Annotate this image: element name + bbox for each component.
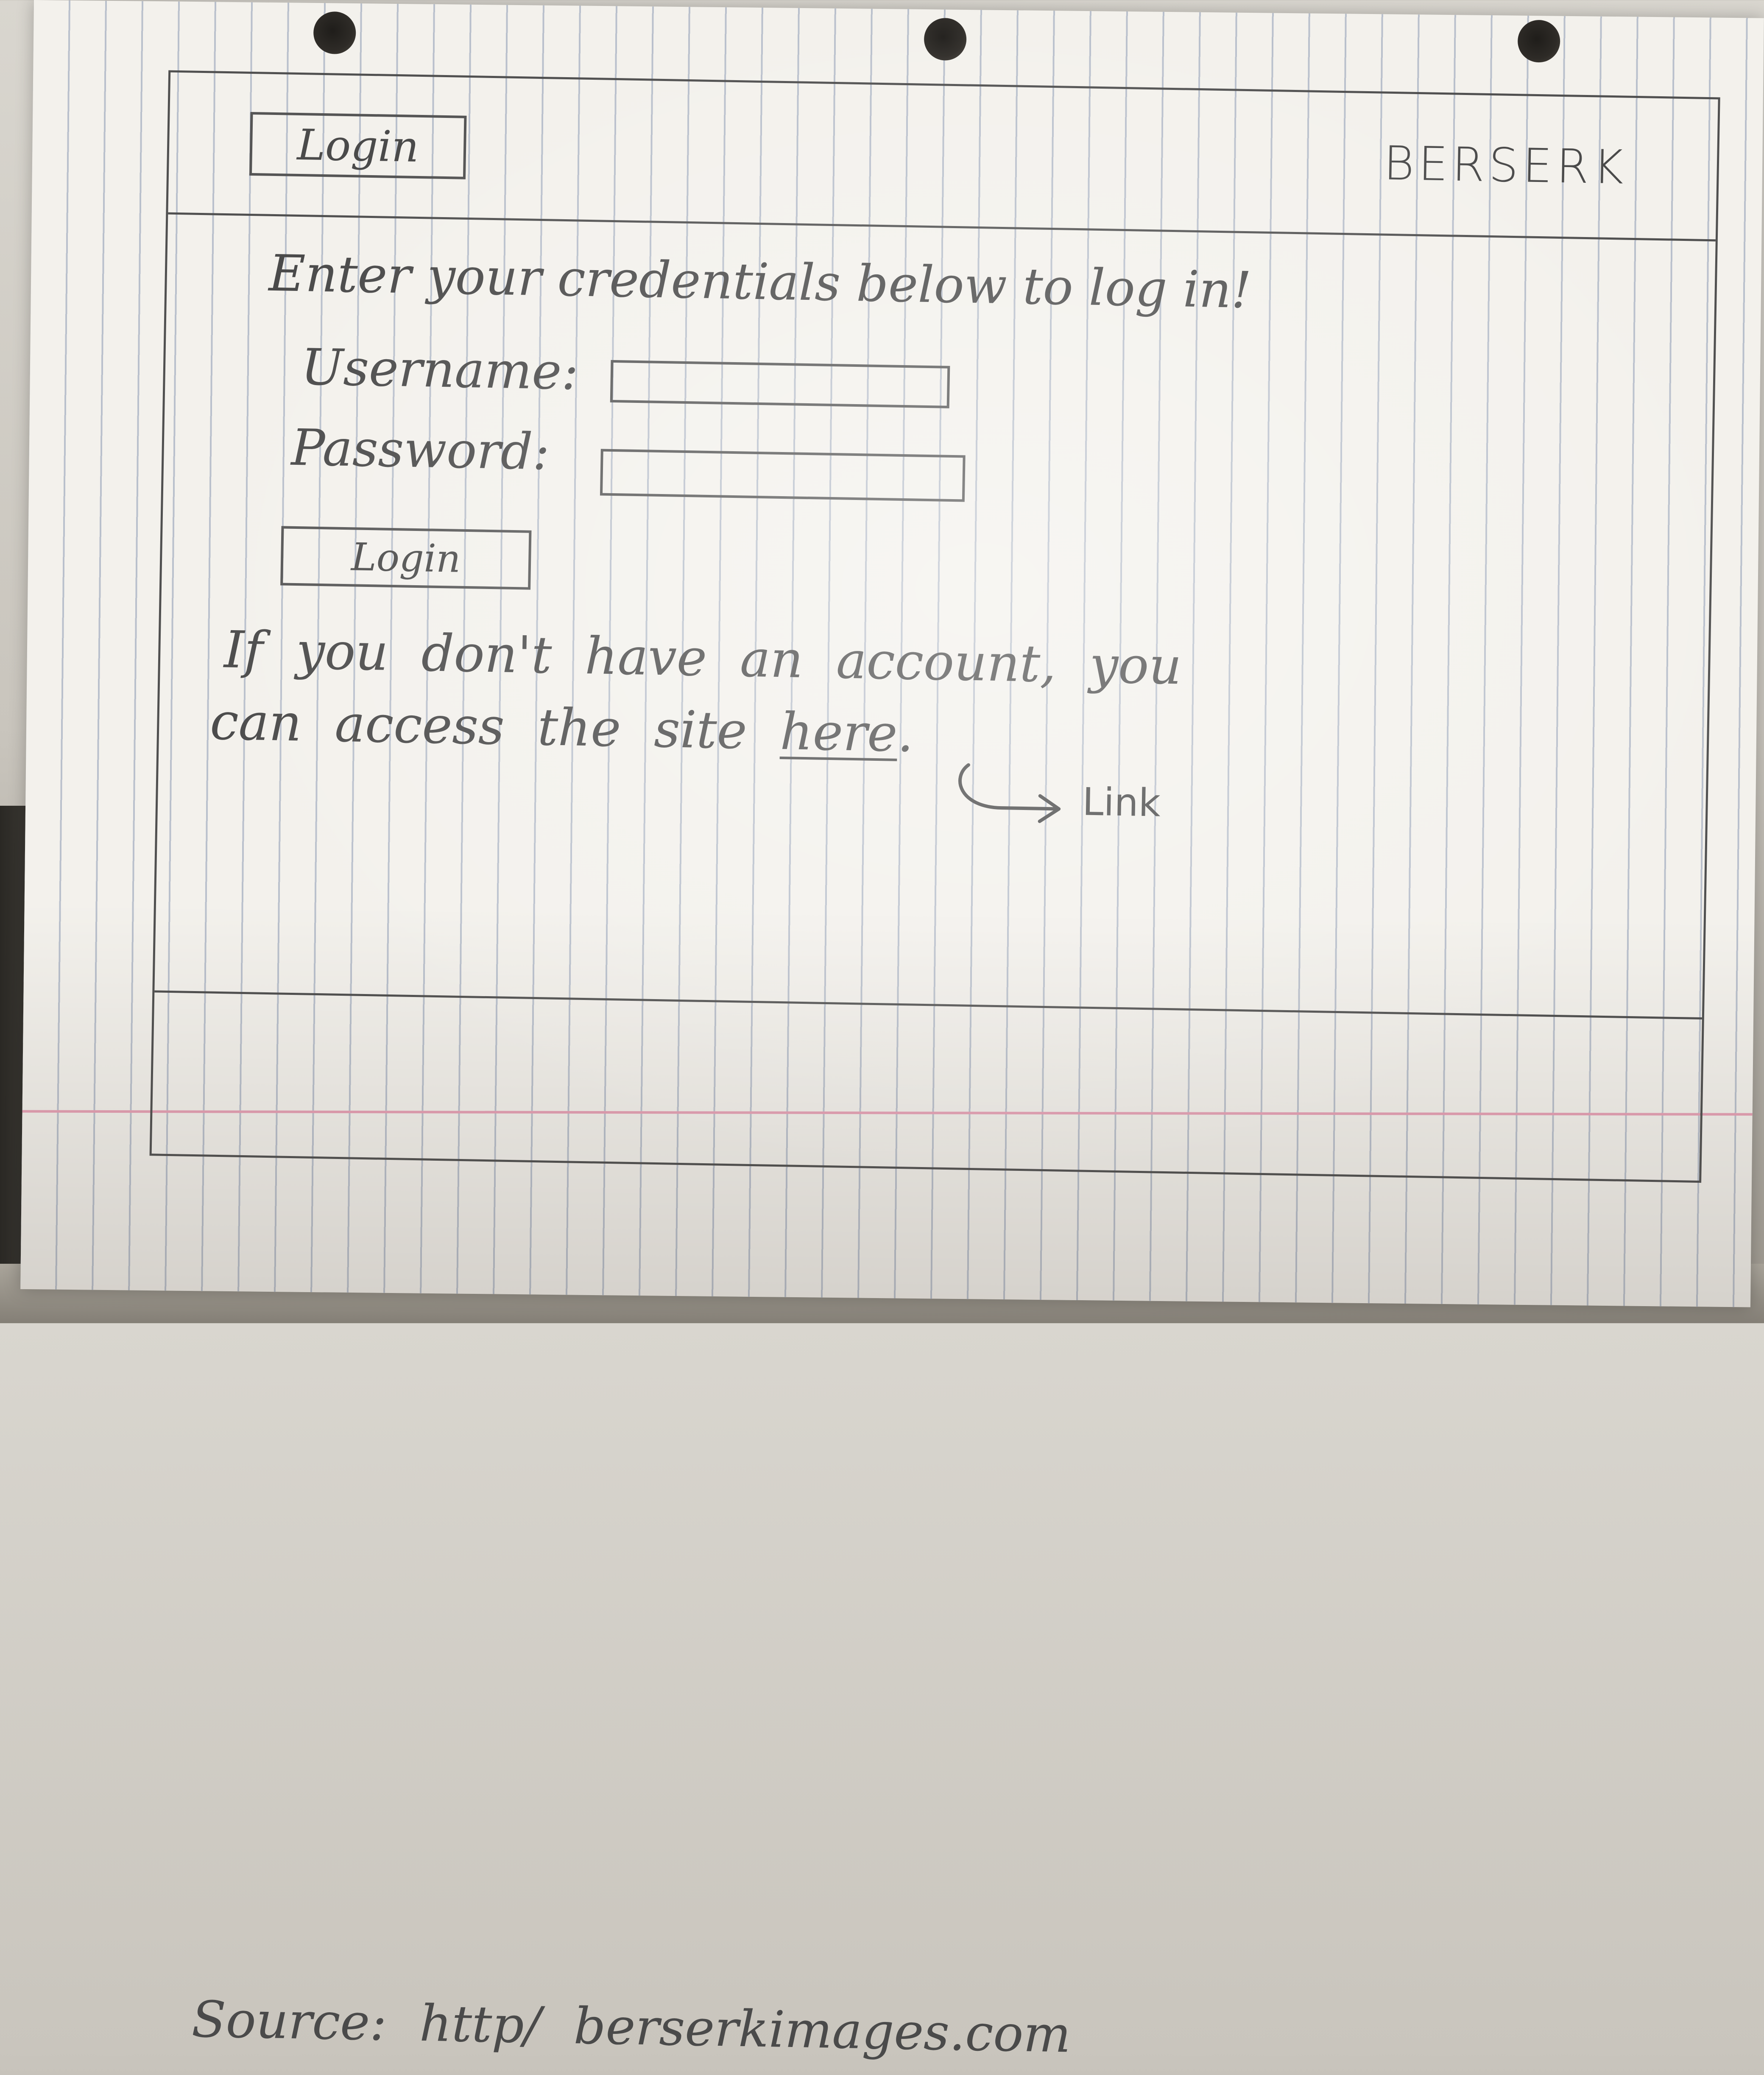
curved-arrow-icon [958,763,1061,823]
access-site-suffix: . [897,704,914,764]
login-submit-button[interactable]: Login [280,526,532,590]
source-credit: Source: http/ berserkimages.com [191,1990,1072,2064]
access-site-prefix: can access the site [209,692,748,761]
password-input[interactable] [600,449,966,502]
username-input[interactable] [610,360,950,408]
punch-hole-icon [313,11,356,54]
access-site-text: can access the site here. [209,693,914,764]
header-login-button[interactable]: Login [249,112,467,179]
password-label: Password: [290,418,550,481]
here-link[interactable]: here [780,702,898,763]
punch-hole-icon [924,17,967,61]
brand-logo: BERSERK [1383,136,1628,195]
login-instructions: Enter your credentials below to log in! [268,243,1252,320]
punch-hole-icon [1517,20,1560,63]
header: Login BERSERK [168,72,1718,242]
wireframe-page: Login BERSERK Enter your credentials bel… [149,70,1720,2064]
username-label: Username: [300,338,579,401]
no-account-text: If you don't have an account, you [223,620,1182,696]
link-annotation: Link [1082,779,1161,826]
footer: Source: http/ berserkimages.com [151,990,1702,2064]
notebook-paper: Login BERSERK Enter your credentials bel… [20,0,1764,2064]
